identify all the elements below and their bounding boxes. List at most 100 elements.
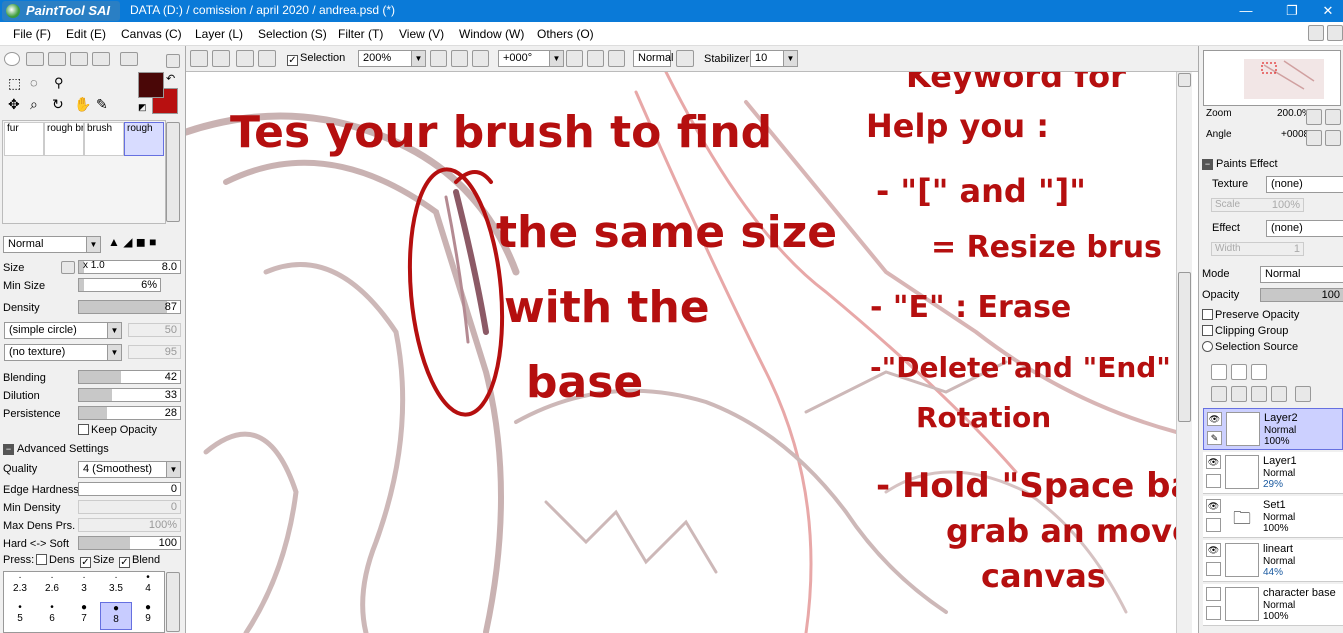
brush-size-6[interactable]: • 6 <box>36 602 68 630</box>
press-size-checkbox[interactable]: ✓ Size <box>80 554 114 568</box>
nav-zoom-out-icon[interactable] <box>1306 109 1322 125</box>
lasso-icon[interactable]: ◌ <box>30 75 38 90</box>
brush-palette-scrollbar[interactable] <box>166 122 180 222</box>
maximize-button[interactable]: ❐ <box>1282 2 1302 20</box>
deselect-icon[interactable] <box>236 50 254 67</box>
panel-collapse-icon[interactable] <box>166 54 180 68</box>
layer-option-icon[interactable] <box>1206 474 1221 488</box>
grid-view-icon[interactable] <box>48 52 66 66</box>
palette-view-icon[interactable] <box>92 52 110 66</box>
hard-soft-slider[interactable]: 100 <box>78 536 181 550</box>
layer-mode-select[interactable]: Normal <box>1260 266 1343 283</box>
undo-icon[interactable] <box>190 50 208 67</box>
layer-opacity-slider[interactable]: 100 <box>1260 288 1343 302</box>
close-button[interactable]: ✕ <box>1318 2 1338 20</box>
layer-option-icon[interactable] <box>1206 518 1221 532</box>
min-size-slider[interactable]: 6% <box>78 278 161 292</box>
brush-size-9[interactable]: ● 9 <box>132 602 164 630</box>
menu-layer[interactable]: Layer (L) <box>195 27 243 41</box>
keep-opacity-checkbox[interactable]: Keep Opacity <box>78 424 157 436</box>
nav-zoom-in-icon[interactable] <box>1325 109 1341 125</box>
layer-row[interactable]: character base Normal 100% <box>1203 584 1343 626</box>
layer-option-icon[interactable] <box>1206 606 1221 620</box>
blending-slider[interactable]: 42 <box>78 370 181 384</box>
lines-view-icon[interactable] <box>26 52 44 66</box>
zoom-select[interactable]: 200% ▼ <box>358 50 426 67</box>
brush-size-8[interactable]: ● 8 <box>100 602 132 630</box>
layer-row[interactable]: 👁 ✎ Layer2 Normal 100% <box>1203 408 1343 450</box>
brush-shape-select[interactable]: (simple circle) ▼ <box>4 322 122 339</box>
press-blend-checkbox[interactable]: ✓ Blend <box>119 554 160 568</box>
merge-down-icon[interactable] <box>1231 386 1247 402</box>
texture-strength-slider[interactable]: 95 <box>128 345 181 359</box>
rotate-right-icon[interactable] <box>587 50 604 67</box>
brush-blend-mode-select[interactable]: Normal ▼ <box>3 236 101 253</box>
scroll-up-icon[interactable] <box>1178 73 1191 87</box>
menu-selection[interactable]: Selection (S) <box>258 27 327 41</box>
menu-edit[interactable]: Edit (E) <box>66 27 106 41</box>
nav-rotate-right-icon[interactable] <box>1325 130 1341 146</box>
brush-size-3[interactable]: · 3 <box>68 572 100 600</box>
density-slider[interactable]: 87 <box>78 300 181 314</box>
scrollbar-thumb[interactable] <box>1178 272 1191 422</box>
transfer-down-icon[interactable] <box>1211 386 1227 402</box>
magic-wand-icon[interactable]: ⚲ <box>54 75 64 91</box>
redo-icon[interactable] <box>212 50 230 67</box>
canvas-vertical-scrollbar[interactable] <box>1176 72 1192 633</box>
paint-effect-toggle[interactable]: − Paints Effect <box>1202 158 1278 170</box>
new-folder-icon[interactable] <box>1251 364 1267 380</box>
brush-size-scrollbar[interactable] <box>166 572 180 632</box>
brush-lock-icon[interactable]: ✎ <box>1207 431 1222 445</box>
primary-color-swatch[interactable] <box>138 72 164 98</box>
rotate-reset-icon[interactable] <box>608 50 625 67</box>
brush-size-2-3[interactable]: · 2.3 <box>4 572 36 600</box>
reset-colors-icon[interactable]: ◩ <box>138 102 147 113</box>
effect-width-slider[interactable]: Width 1 <box>1211 242 1304 256</box>
rotation-select[interactable]: +000° ▼ <box>498 50 564 67</box>
brush-fur[interactable]: fur <box>4 122 44 156</box>
rotate-left-icon[interactable] <box>566 50 583 67</box>
brush-rough-br[interactable]: rough br <box>44 122 84 156</box>
new-linework-layer-icon[interactable] <box>1231 364 1247 380</box>
size-multiplier-dropdown[interactable] <box>61 261 75 274</box>
navigator-preview[interactable] <box>1203 50 1341 106</box>
color-sample-icon[interactable] <box>120 52 138 66</box>
quality-select[interactable]: 4 (Smoothest) ▼ <box>78 461 181 478</box>
zoom-icon[interactable]: ⌕ <box>30 96 38 113</box>
brush-texture-select[interactable]: (no texture) ▼ <box>4 344 122 361</box>
preserve-opacity-checkbox[interactable]: Preserve Opacity <box>1202 309 1299 321</box>
clear-layer-icon[interactable] <box>1251 386 1267 402</box>
minimize-button[interactable]: — <box>1236 2 1256 20</box>
persistence-slider[interactable]: 28 <box>78 406 181 420</box>
flip-icon[interactable] <box>676 50 694 67</box>
layer-row[interactable]: 👁 lineart Normal 44% <box>1203 540 1343 582</box>
close-panel-button[interactable] <box>1327 25 1343 41</box>
menu-file[interactable]: File (F) <box>13 27 51 41</box>
size-slider[interactable]: x 1.0 8.0 <box>78 260 181 274</box>
trash-icon[interactable] <box>1271 386 1287 402</box>
eye-icon[interactable]: 👁 <box>1206 455 1221 469</box>
new-layer-icon[interactable] <box>1211 364 1227 380</box>
menu-window[interactable]: Window (W) <box>459 27 524 41</box>
max-dens-slider[interactable]: 100% <box>78 518 181 532</box>
brush-size-7[interactable]: ● 7 <box>68 602 100 630</box>
layer-option-icon[interactable] <box>1206 562 1221 576</box>
selection-source-radio[interactable]: Selection Source <box>1202 341 1298 353</box>
eye-icon[interactable]: 👁 <box>1206 543 1221 557</box>
effect-select[interactable]: (none) <box>1266 220 1343 237</box>
brush-shape-buttons[interactable]: ▲ ◢ ◼ ■ <box>108 235 156 249</box>
dilution-slider[interactable]: 33 <box>78 388 181 402</box>
eye-hidden-icon[interactable] <box>1206 587 1221 601</box>
swap-colors-icon[interactable]: ↶ <box>166 72 175 85</box>
edge-hardness-slider[interactable]: 0 <box>78 482 181 496</box>
layer-row[interactable]: 👁 Layer1 Normal 29% <box>1203 452 1343 494</box>
eye-icon[interactable]: 👁 <box>1206 499 1221 513</box>
brush-rough[interactable]: rough <box>124 122 164 156</box>
brush-size-2-6[interactable]: · 2.6 <box>36 572 68 600</box>
move-icon[interactable]: ✥ <box>8 96 20 113</box>
brush-brush[interactable]: brush <box>84 122 124 156</box>
circle-select-icon[interactable] <box>4 52 20 66</box>
shape-strength-slider[interactable]: 50 <box>128 323 181 337</box>
brush-size-4[interactable]: • 4 <box>132 572 164 600</box>
stabilizer-select[interactable]: 10 ▼ <box>750 50 798 67</box>
